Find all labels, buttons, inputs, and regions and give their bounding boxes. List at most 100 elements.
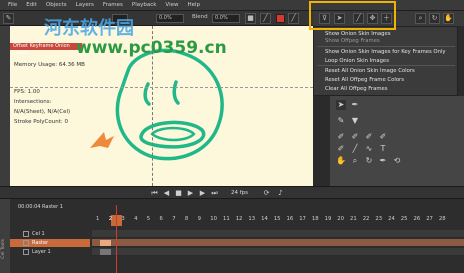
frame-number[interactable]: 17 [299,216,306,222]
prev-frame-icon[interactable]: ◀ [162,189,171,198]
layer-name: Cel 1 [32,231,45,237]
layer-visibility-icon[interactable] [23,240,29,246]
frame-number[interactable]: 4 [134,216,137,222]
frame-number[interactable]: 2 [109,216,112,222]
fps-readout: FPS: 1.00 [14,89,40,95]
first-frame-icon[interactable]: ⏮ [150,189,159,198]
frame-number[interactable]: 9 [198,216,201,222]
menu-reset-offpeg-colors[interactable]: Reset All Offpeg Frame Colors [325,77,404,83]
frame-number[interactable]: 12 [236,216,243,222]
frames-row-layer1[interactable] [92,248,464,256]
frame-number[interactable]: 8 [185,216,188,222]
frame-number[interactable]: 23 [375,216,382,222]
stroke-icon[interactable]: ╱ [288,13,299,24]
menu-view[interactable]: View [165,2,178,8]
rotate-icon[interactable]: ↻ [429,13,440,24]
last-frame-icon[interactable]: ⏭ [210,189,219,198]
frame-cell-active[interactable] [100,240,111,246]
menu-loop-onion-skin[interactable]: Loop Onion Skin Images [325,58,389,64]
frames-row-cel1[interactable] [92,230,464,238]
rotate-tool-icon[interactable]: ↻ [364,156,374,166]
text-tool-icon[interactable]: T [378,144,388,154]
pen-tool-icon[interactable]: ✒ [350,100,360,110]
layer-visibility-icon[interactable] [23,231,29,237]
menu-edit[interactable]: Edit [26,2,37,8]
menu-playback[interactable]: Playback [132,2,157,8]
menu-reset-onion-colors[interactable]: Reset All Onion Skin Image Colors [325,68,415,74]
stop-icon[interactable]: ■ [174,189,183,198]
menu-objects[interactable]: Objects [46,2,67,8]
frame-number[interactable]: 14 [261,216,268,222]
menu-file[interactable]: File [8,2,17,8]
zoom-icon[interactable]: ⌕ [415,13,426,24]
frame-number[interactable]: 5 [147,216,150,222]
zoom-tool-icon[interactable]: ⌕ [350,156,360,166]
layer-row-raster[interactable]: Raster [10,239,90,247]
frame-number[interactable]: 13 [248,216,255,222]
menu-show-onion-skin[interactable]: Show Onion Skin Images [325,31,391,37]
frame-number[interactable]: 6 [160,216,163,222]
paint-tool-icon[interactable]: ✐ [336,132,346,142]
black-swatch-icon[interactable]: ■ [245,13,256,24]
frame-number[interactable]: 11 [223,216,230,222]
hand-icon[interactable]: ✋ [443,13,454,24]
frame-number[interactable]: 20 [337,216,344,222]
eyedropper-tool-icon[interactable]: ✒ [378,156,388,166]
frame-number[interactable]: 24 [388,216,395,222]
watermark-url: www.pc0359.cn [76,38,227,58]
brush-tool-icon[interactable]: ✎ [336,116,346,126]
frame-number[interactable]: 16 [287,216,294,222]
curve-tool-icon[interactable]: ∿ [364,144,374,154]
hand-tool-icon[interactable]: ✋ [336,156,346,166]
loop-icon[interactable]: ⟳ [262,189,271,198]
menu-onion-key-frames-only[interactable]: Show Onion Skin Images for Key Frames On… [325,49,446,55]
blend-field[interactable]: 0.0% [212,14,240,23]
eraser-tool-icon[interactable]: ✐ [350,132,360,142]
frame-number[interactable]: 3 [121,216,124,222]
red-swatch[interactable] [276,14,285,23]
next-frame-icon[interactable]: ▶ [198,189,207,198]
layer-color-label: Offset Keyframe Onion Colors [10,43,82,56]
frame-number[interactable]: 18 [312,216,319,222]
layer-name: Layer 1 [32,249,51,255]
layer-row-cel1[interactable]: Cel 1 [10,230,90,238]
frame-number[interactable]: 26 [414,216,421,222]
menu-help[interactable]: Help [187,2,200,8]
frame-number[interactable]: 25 [401,216,408,222]
menu-clear-offpeg-frames[interactable]: Clear All Offpeg Frames [325,86,388,92]
select-tool-icon[interactable]: ➤ [336,100,346,110]
frames-row-raster[interactable] [92,239,464,247]
frame-number[interactable]: 7 [172,216,175,222]
line-tool-icon[interactable]: ╱ [350,144,360,154]
menu-frames[interactable]: Frames [103,2,123,8]
eraser-icon[interactable]: ╱ [260,13,271,24]
frame-number[interactable]: 19 [325,216,332,222]
pencil-tool-icon[interactable]: ✐ [378,132,388,142]
mouth-inner [150,126,196,142]
frame-number[interactable]: 27 [426,216,433,222]
frame-ruler: 1 2 3 4 5 6 7 8 9 10 11 12 13 14 15 16 17 18 19 20 21 22 23 24 2… [92,216,464,225]
frame-number[interactable]: 15 [274,216,281,222]
stroke-polycount: Stroke PolyCount: 0 [14,119,68,125]
menu-show-offpeg-frames[interactable]: Show Offpeg Frames [325,38,380,44]
fps-selector[interactable]: 24 fps [231,190,248,196]
layer-row-layer1[interactable]: Layer 1 [10,248,90,256]
frame-number[interactable]: 10 [210,216,217,222]
menu-layers[interactable]: Layers [76,2,94,8]
shape-tool-icon[interactable]: ✐ [336,144,346,154]
ball-outline [115,48,224,161]
frame-number[interactable]: 1 [96,216,99,222]
transform-tool-icon[interactable]: ⟲ [392,156,402,166]
layer-visibility-icon[interactable] [23,249,29,255]
play-icon[interactable]: ▶ [186,189,195,198]
frame-number[interactable]: 21 [350,216,357,222]
audio-icon[interactable]: ♪ [276,189,285,198]
brush-icon[interactable]: ✎ [3,13,14,24]
fill-tool-icon[interactable]: ▼ [350,116,360,126]
frame-cell[interactable] [100,249,111,255]
smudge-tool-icon[interactable]: ✐ [364,132,374,142]
tools-panel: ➤ ✒ ✎ ▼ ✐ ✐ ✐ ✐ ✐ ╱ ∿ T ✋ ⌕ ↻ ✒ ⟲ [330,96,464,186]
opacity-field[interactable]: 0.0% [156,14,184,23]
frame-number[interactable]: 22 [363,216,370,222]
frame-number[interactable]: 28 [439,216,446,222]
